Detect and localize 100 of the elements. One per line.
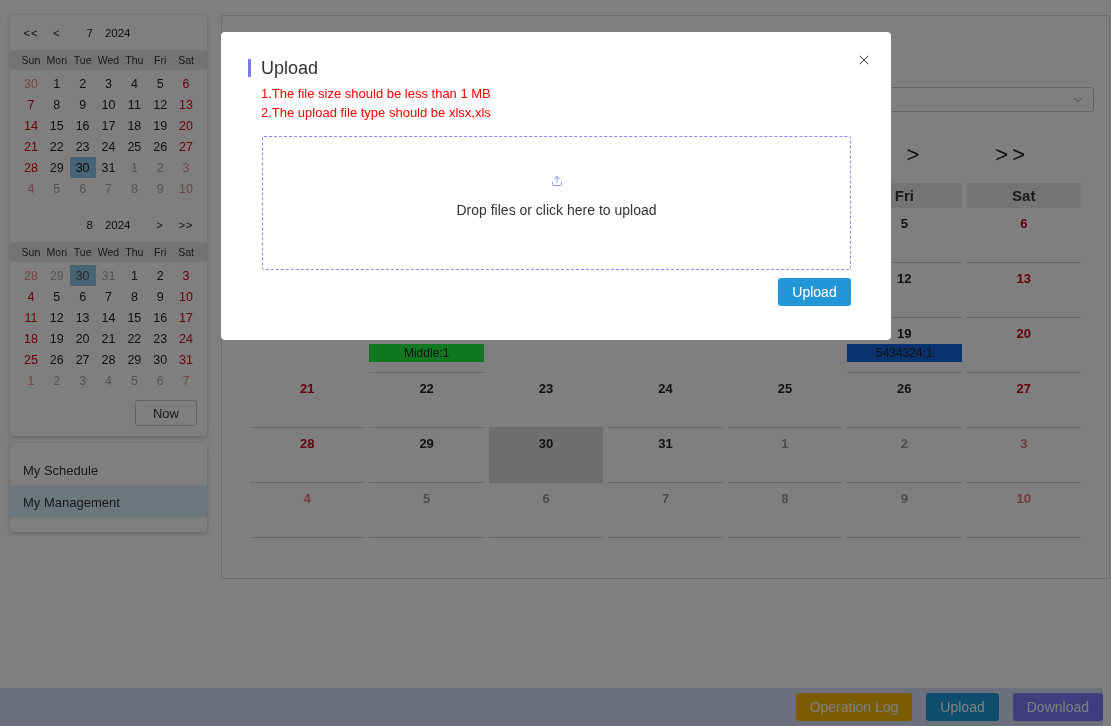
calendar-day[interactable]: 16 (69, 115, 96, 136)
calendar-day[interactable]: 13 (173, 94, 199, 115)
calendar-day[interactable]: 3 (95, 73, 122, 94)
calendar-day[interactable]: 14 (95, 307, 122, 328)
calendar-day[interactable]: 20 (69, 328, 96, 349)
calendar-day[interactable]: 28 (18, 265, 44, 286)
calendar-day[interactable]: 8 (43, 94, 70, 115)
calendar-day[interactable]: 15 (43, 115, 70, 136)
upload-dropzone[interactable]: Drop files or click here to upload (262, 136, 851, 270)
calendar-day[interactable]: 17 (173, 307, 199, 328)
day-cell[interactable]: 4 (250, 483, 365, 538)
day-cell[interactable]: 6 (966, 208, 1081, 263)
calendar-day[interactable]: 18 (18, 328, 44, 349)
calendar-day[interactable]: 18 (121, 115, 148, 136)
calendar-day[interactable]: 22 (121, 328, 148, 349)
calendar-nav-button[interactable]: << (23, 26, 39, 39)
menu-item[interactable]: My Schedule (10, 454, 207, 486)
day-cell[interactable]: 20 (966, 318, 1081, 373)
calendar-day[interactable]: 26 (43, 349, 70, 370)
day-cell[interactable]: 26 (847, 373, 962, 428)
calendar-day[interactable]: 16 (147, 307, 174, 328)
calendar-day[interactable]: 15 (121, 307, 148, 328)
day-cell[interactable]: 22 (369, 373, 484, 428)
calendar-day[interactable]: 8 (121, 286, 148, 307)
calendar-day[interactable]: 28 (95, 349, 122, 370)
calendar-day[interactable]: 25 (121, 136, 148, 157)
calendar-day[interactable]: 12 (147, 94, 174, 115)
calendar-day[interactable]: 7 (18, 94, 44, 115)
day-cell[interactable]: 31 (608, 428, 723, 483)
calendar-day[interactable]: 3 (173, 157, 199, 178)
day-cell[interactable]: 29 (369, 428, 484, 483)
calendar-day[interactable]: 24 (173, 328, 199, 349)
calendar-day[interactable]: 14 (18, 115, 44, 136)
calendar-day[interactable]: 12 (43, 307, 70, 328)
event-tag[interactable]: Middle:1 (369, 344, 484, 362)
calendar-day[interactable]: 31 (173, 349, 199, 370)
calendar-day[interactable]: 27 (173, 136, 199, 157)
calendar-day[interactable]: 4 (121, 73, 148, 94)
action-button[interactable]: Upload (926, 693, 999, 721)
calendar-day[interactable]: 17 (95, 115, 122, 136)
calendar-day[interactable]: 6 (69, 286, 96, 307)
calendar-day[interactable]: 30 (18, 73, 44, 94)
calendar-day[interactable]: 1 (18, 370, 44, 391)
calendar-day[interactable]: 28 (18, 157, 44, 178)
action-button[interactable]: Download (1012, 693, 1103, 721)
calendar-day[interactable]: 5 (43, 286, 70, 307)
calendar-day[interactable]: 2 (147, 265, 174, 286)
calendar-day[interactable]: 19 (43, 328, 70, 349)
day-cell[interactable]: 28 (250, 428, 365, 483)
calendar-day[interactable]: 7 (95, 286, 122, 307)
calendar-day[interactable]: 30 (69, 157, 96, 178)
calendar-day[interactable]: 23 (147, 328, 174, 349)
day-cell[interactable]: 21 (250, 373, 365, 428)
calendar-day[interactable]: 19 (147, 115, 174, 136)
calendar-day[interactable]: 31 (95, 157, 122, 178)
calendar-day[interactable]: 20 (173, 115, 199, 136)
calendar-day[interactable]: 1 (121, 265, 148, 286)
calendar-day[interactable]: 13 (69, 307, 96, 328)
calendar-day[interactable]: 24 (95, 136, 122, 157)
calendar-day[interactable]: 9 (147, 286, 174, 307)
calendar-day[interactable]: 21 (95, 328, 122, 349)
day-cell[interactable]: 13 (966, 263, 1081, 318)
day-cell[interactable]: 30 (488, 428, 604, 483)
calendar-day[interactable]: 4 (18, 286, 44, 307)
calendar-day[interactable]: 30 (69, 265, 96, 286)
calendar-nav-button[interactable]: < (53, 26, 61, 39)
calendar-nav-button[interactable]: >> (178, 218, 194, 231)
calendar-day[interactable]: 25 (18, 349, 44, 370)
calendar-day[interactable]: 10 (95, 94, 122, 115)
calendar-day[interactable]: 11 (18, 307, 44, 328)
calendar-day[interactable]: 6 (173, 73, 199, 94)
calendar-day[interactable]: 1 (43, 73, 70, 94)
calendar-nav-button[interactable]: > (156, 218, 164, 231)
calendar-nav-button[interactable]: >> (995, 142, 1029, 168)
upload-button[interactable]: Upload (778, 278, 851, 306)
calendar-day[interactable]: 5 (147, 73, 174, 94)
calendar-day[interactable]: 3 (173, 265, 199, 286)
day-cell[interactable]: 3 (966, 428, 1081, 483)
day-cell[interactable]: 27 (966, 373, 1081, 428)
calendar-day[interactable]: 7 (173, 370, 199, 391)
day-cell[interactable]: 10 (966, 483, 1081, 538)
calendar-day[interactable]: 4 (18, 178, 44, 199)
calendar-day[interactable]: 27 (69, 349, 96, 370)
calendar-day[interactable]: 26 (147, 136, 174, 157)
day-cell[interactable]: 24 (608, 373, 723, 428)
calendar-day[interactable]: 21 (18, 136, 44, 157)
calendar-day[interactable]: 2 (69, 73, 96, 94)
calendar-day[interactable]: 10 (173, 178, 199, 199)
calendar-day[interactable]: 30 (147, 349, 174, 370)
calendar-day[interactable]: 29 (43, 157, 70, 178)
now-button[interactable]: Now (135, 400, 197, 426)
calendar-day[interactable]: 10 (173, 286, 199, 307)
day-cell[interactable]: 25 (727, 373, 843, 428)
calendar-nav-button[interactable]: > (906, 142, 924, 168)
calendar-day[interactable]: 23 (69, 136, 96, 157)
calendar-day[interactable]: 9 (69, 94, 96, 115)
menu-item[interactable]: My Management (10, 486, 207, 518)
calendar-day[interactable]: 29 (121, 349, 148, 370)
calendar-day[interactable]: 11 (121, 94, 148, 115)
calendar-day[interactable]: 22 (43, 136, 70, 157)
